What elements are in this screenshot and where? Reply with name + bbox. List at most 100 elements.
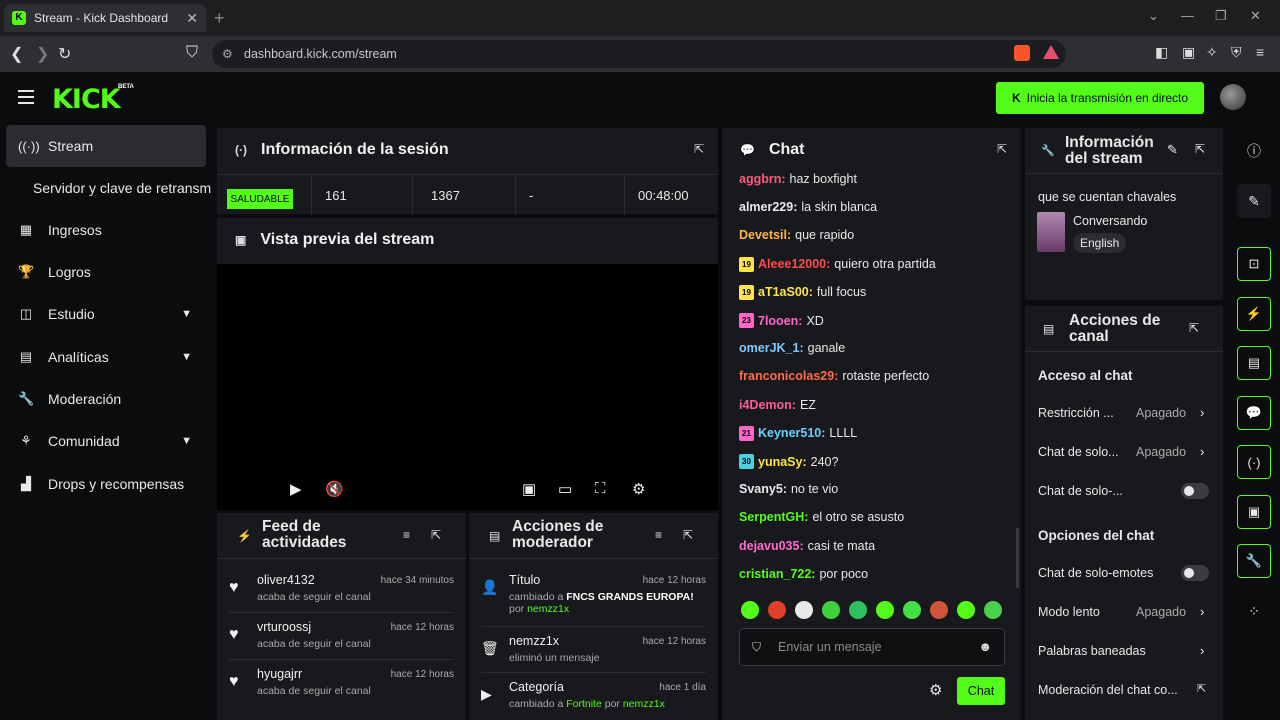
mute-icon[interactable]: 🔇 [325,480,344,498]
chevron-right-icon[interactable]: › [1200,444,1204,459]
new-tab-icon[interactable]: + [214,8,225,29]
theater-icon[interactable]: ▭ [558,480,572,498]
chat-username[interactable]: 7looen [758,314,798,328]
popout-icon[interactable]: ⇱ [1189,321,1199,335]
vpn-icon[interactable]: ⛨ [1231,44,1242,61]
emote-icon[interactable] [876,601,894,619]
chevron-right-icon[interactable]: › [1200,604,1204,619]
sidebar-item-ingresos[interactable]: ▦ Ingresos [6,209,206,251]
filter-icon[interactable]: ≡ [403,528,410,542]
feed-user[interactable]: hyugajrr [257,667,302,681]
sidebar-item-moderacion[interactable]: 🔧 Moderación [6,378,206,420]
channel-icon[interactable]: ▣ [1237,495,1271,529]
forward-icon[interactable]: ❯ [36,44,49,64]
chat-username[interactable]: omerJK_1 [739,341,799,355]
edit-pencil-icon[interactable]: ✎ [1167,142,1178,158]
mod-action-name[interactable]: nemzz1x [509,634,559,648]
sidebar-toggle-icon[interactable]: ◧ [1155,44,1168,61]
sidebar-item-analiticas[interactable]: ▤ Analíticas ▼ [6,336,206,378]
solo-chat-toggle[interactable] [1181,483,1209,499]
chat-username[interactable]: franconicolas29 [739,369,834,383]
sidebar-item-comunidad[interactable]: ⚘ Comunidad ▼ [6,420,206,462]
avatar[interactable] [1220,84,1246,110]
leo-icon[interactable]: ✧ [1206,44,1218,61]
chat-username[interactable]: Aleee12000 [758,257,826,271]
chat-username[interactable]: dejavu035 [739,539,799,553]
chat-username[interactable]: almer229 [739,200,793,214]
chat-username[interactable]: cristian_722 [739,567,811,581]
solo-chat-label[interactable]: Chat de solo... [1038,445,1119,459]
popout-icon[interactable]: ⇱ [694,142,704,156]
wallet-icon[interactable]: ▣ [1182,44,1195,61]
play-icon[interactable]: ▶ [290,480,302,498]
emote-icon[interactable] [822,601,840,619]
pip-icon[interactable]: ▣ [522,480,536,498]
back-icon[interactable]: ❮ [10,44,23,64]
popout-icon[interactable]: ⇱ [997,142,1007,156]
banned-words-label[interactable]: Palabras baneadas [1038,644,1146,658]
sidebar-item-estudio[interactable]: ◫ Estudio ▼ [6,293,206,335]
chat-username[interactable]: i4Demon [739,398,792,412]
emote-icon[interactable] [930,601,948,619]
chevron-right-icon[interactable]: › [1200,405,1204,420]
sidebar-item-server-key[interactable]: Servidor y clave de retransm [6,167,214,209]
chat-bubble-icon[interactable]: 💬 [1237,396,1271,430]
edit-pencil-icon[interactable]: ✎ [1237,184,1271,218]
chat-settings-icon[interactable]: ⚙ [929,681,942,699]
emote-icon[interactable] [768,601,786,619]
reload-icon[interactable]: ↻ [58,44,71,64]
kick-logo[interactable]: KICK [52,84,121,115]
sidebar-item-stream[interactable]: ((·)) Stream [6,125,206,167]
emoji-icon[interactable]: ☻ [978,639,992,654]
info-icon[interactable]: ⓘ [1237,134,1271,168]
external-link-icon[interactable]: ⇱ [1197,682,1206,695]
settings-icon[interactable]: ⚙ [632,480,645,498]
chat-username[interactable]: SerpentGH [739,510,804,524]
category-name[interactable]: Conversando [1073,214,1147,228]
emote-icon[interactable] [795,601,813,619]
brave-rewards-icon[interactable] [1043,45,1059,59]
chat-username[interactable]: yunaSy [758,455,802,469]
emote-icon[interactable] [849,601,867,619]
feed-user[interactable]: oliver4132 [257,573,315,587]
emote-icon[interactable] [903,601,921,619]
emote-icon[interactable] [957,601,975,619]
stream-preview-video[interactable] [217,264,718,510]
sidebar-item-drops[interactable]: ▟ Drops y recompensas [6,463,206,505]
emote-icon[interactable] [741,601,759,619]
more-widgets-icon[interactable]: ⁘ [1237,594,1271,628]
emotes-only-toggle[interactable] [1181,565,1209,581]
popout-icon[interactable]: ⇱ [1195,142,1205,156]
send-chat-button[interactable]: Chat [957,677,1005,705]
slow-mode-label[interactable]: Modo lento [1038,605,1100,619]
minimize-icon[interactable]: — [1181,8,1194,23]
sidebar-item-logros[interactable]: 🏆 Logros [6,251,206,293]
bookmark-icon[interactable]: ⛉ [186,44,198,62]
browser-tab[interactable]: K Stream - Kick Dashboard ✕ [4,4,206,32]
site-settings-icon[interactable]: ⚙ [222,47,233,61]
chat-username[interactable]: aT1aS00 [758,285,809,299]
popout-icon[interactable]: ⇱ [683,528,693,542]
chat-username[interactable]: Keyner510 [758,426,821,440]
document-icon[interactable]: ▤ [1237,346,1271,380]
emote-icon[interactable] [984,601,1002,619]
close-tab-icon[interactable]: ✕ [186,10,198,27]
screenshot-icon[interactable]: ⊡ [1237,247,1271,281]
feed-user[interactable]: vrturoossj [257,620,311,634]
url-field[interactable]: ⚙ dashboard.kick.com/stream [212,40,1066,68]
restriction-label[interactable]: Restricción ... [1038,406,1114,420]
lightning-icon[interactable]: ⚡ [1237,297,1271,331]
chat-message-input[interactable]: ⛉ Enviar un mensaje ☻ [739,628,1005,666]
close-window-icon[interactable]: ✕ [1250,8,1261,24]
chat-scrollbar[interactable] [1016,528,1019,588]
wrench-icon[interactable]: 🔧 [1237,544,1271,578]
go-live-button[interactable]: K Inicia la transmisión en directo [996,82,1204,114]
chat-moderation-label[interactable]: Moderación del chat co... [1038,683,1178,697]
chat-username[interactable]: aggbrn [739,172,781,186]
chat-username[interactable]: Devetsil [739,228,787,242]
maximize-icon[interactable]: ❐ [1215,8,1227,24]
brave-shields-icon[interactable] [1014,45,1030,61]
popout-icon[interactable]: ⇱ [431,528,441,542]
hamburger-menu-icon[interactable] [18,90,34,104]
filter-icon[interactable]: ≡ [655,528,662,542]
